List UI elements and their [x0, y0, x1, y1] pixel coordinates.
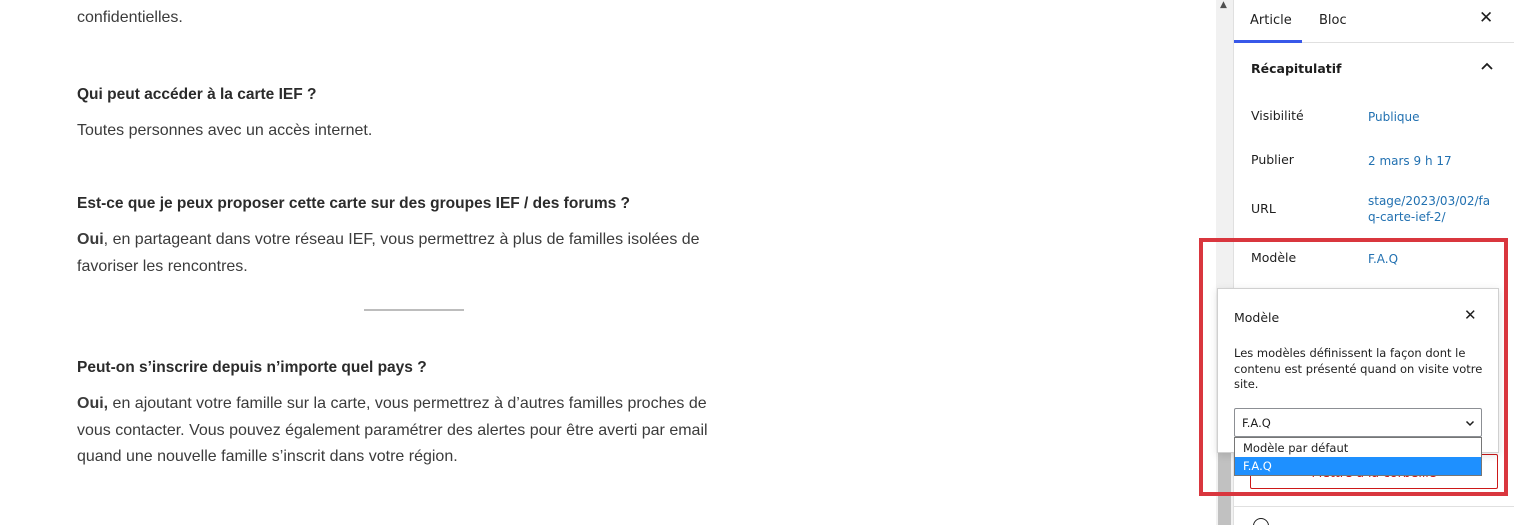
answer-bold: Oui	[77, 231, 104, 248]
active-tab-indicator	[1234, 40, 1302, 43]
url-link[interactable]: stage/2023/03/02/fa q-carte-ief-2/	[1368, 193, 1490, 225]
answer-text: quand une nouvelle famille s’inscrit dan…	[77, 448, 458, 465]
answer-text: , en partageant dans votre réseau IEF, v…	[103, 231, 700, 248]
popover-description: Les modèles définissent la façon dont le…	[1234, 346, 1483, 391]
dropdown-option[interactable]: Modèle par défaut	[1235, 439, 1481, 457]
close-icon[interactable]: ✕	[1464, 308, 1477, 323]
sidebar-tabs: Article Bloc ✕	[1234, 0, 1514, 43]
panel-divider	[1234, 506, 1514, 507]
tab-article[interactable]: Article	[1250, 13, 1292, 28]
editor-canvas[interactable]: confidentielles. Qui peut accéder à la c…	[0, 0, 1216, 525]
template-label: Modèle	[1251, 250, 1297, 265]
answer-bold: Oui,	[77, 395, 109, 412]
faq-answer[interactable]: Toutes personnes avec un accès internet.	[77, 118, 757, 145]
separator-block[interactable]	[364, 309, 464, 311]
chevron-up-icon[interactable]	[1480, 60, 1494, 74]
faq-answer[interactable]: Oui, en ajoutant votre famille sur la ca…	[77, 391, 757, 471]
chevron-down-icon	[1465, 420, 1475, 427]
answer-text: vous contacter. Vous pouvez également pa…	[77, 421, 708, 439]
tab-bloc[interactable]: Bloc	[1319, 13, 1347, 28]
faq-question[interactable]: Peut-on s’inscrire depuis n’importe quel…	[77, 359, 427, 377]
close-icon[interactable]: ✕	[1479, 10, 1493, 27]
template-dropdown-list: Modèle par défaut F.A.Q	[1234, 437, 1482, 476]
url-line: stage/2023/03/02/fa	[1368, 194, 1491, 208]
template-popover: Modèle ✕ Les modèles définissent la faço…	[1217, 288, 1499, 453]
info-icon	[1253, 518, 1269, 525]
faq-question[interactable]: Est-ce que je peux proposer cette carte …	[77, 195, 630, 213]
panel-title[interactable]: Récapitulatif	[1251, 61, 1341, 76]
publish-date-link[interactable]: 2 mars 9 h 17	[1368, 153, 1452, 169]
scrollbar-thumb[interactable]	[1218, 452, 1231, 525]
select-value: F.A.Q	[1242, 416, 1271, 430]
popover-title: Modèle	[1234, 310, 1280, 325]
scroll-up-arrow-icon[interactable]: ▲	[1220, 0, 1227, 10]
answer-text: favoriser les rencontres.	[77, 257, 248, 275]
visibility-link[interactable]: Publique	[1368, 109, 1420, 125]
answer-text: en ajoutant votre famille sur la carte, …	[108, 395, 707, 412]
faq-answer[interactable]: Oui, en partageant dans votre réseau IEF…	[77, 227, 757, 280]
visibility-label: Visibilité	[1251, 108, 1304, 123]
url-label: URL	[1251, 201, 1276, 216]
publish-label: Publier	[1251, 152, 1294, 167]
paragraph[interactable]: confidentielles.	[77, 5, 757, 32]
template-link[interactable]: F.A.Q	[1368, 251, 1398, 267]
dropdown-option-highlighted[interactable]: F.A.Q	[1235, 457, 1481, 475]
url-line: q-carte-ief-2/	[1368, 210, 1446, 224]
faq-question[interactable]: Qui peut accéder à la carte IEF ?	[77, 86, 316, 104]
template-select[interactable]: F.A.Q	[1234, 408, 1482, 437]
